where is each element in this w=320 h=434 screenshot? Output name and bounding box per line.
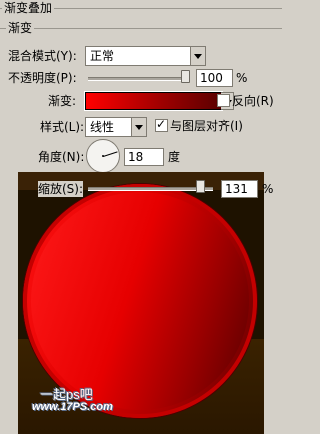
inner-group-line (0, 28, 282, 29)
angle-dial-icon[interactable] (86, 139, 120, 173)
inner-group-title: 渐变 (6, 21, 35, 35)
angle-unit: 度 (168, 150, 181, 164)
scale-unit: % (262, 182, 274, 196)
style-value: 线性 (90, 120, 115, 134)
opacity-label: 不透明度(P): (8, 71, 77, 85)
align-with-layer-checkbox[interactable] (155, 117, 168, 132)
opacity-slider-thumb-icon[interactable] (181, 70, 190, 83)
blend-mode-value: 正常 (90, 49, 115, 63)
style-select[interactable]: 线性 (85, 117, 147, 137)
angle-label: 角度(N): (38, 150, 85, 164)
scale-slider-track[interactable] (88, 187, 213, 191)
scale-input[interactable]: 131 (221, 180, 258, 198)
opacity-unit: % (236, 71, 248, 85)
scale-slider-thumb-icon[interactable] (196, 180, 205, 193)
opacity-slider-track[interactable] (88, 77, 188, 81)
scale-label: 缩放(S): (38, 181, 84, 197)
watermark-line2: www.17PS.com (32, 401, 113, 413)
preview-image: 一起ps吧 www.17PS.com (18, 172, 264, 434)
gradient-label: 渐变: (48, 94, 77, 108)
red-circle-shape (23, 184, 257, 418)
reverse-label: 反向(R) (232, 94, 274, 108)
outer-group-title: 渐变叠加 (2, 1, 55, 15)
angle-needle (103, 151, 118, 157)
red-circle-fill (31, 192, 249, 410)
blend-mode-label: 混合模式(Y): (8, 49, 77, 63)
gradient-swatch[interactable] (84, 91, 223, 111)
align-with-layer-label: 与图层对齐(I) (170, 119, 243, 133)
reverse-checkbox[interactable] (217, 94, 230, 107)
opacity-input[interactable]: 100 (196, 69, 233, 87)
blend-mode-select[interactable]: 正常 (85, 46, 206, 66)
chevron-down-icon[interactable] (190, 47, 205, 65)
style-label: 样式(L): (40, 120, 85, 134)
angle-input[interactable]: 18 (124, 148, 164, 166)
chevron-down-icon[interactable] (131, 118, 146, 136)
